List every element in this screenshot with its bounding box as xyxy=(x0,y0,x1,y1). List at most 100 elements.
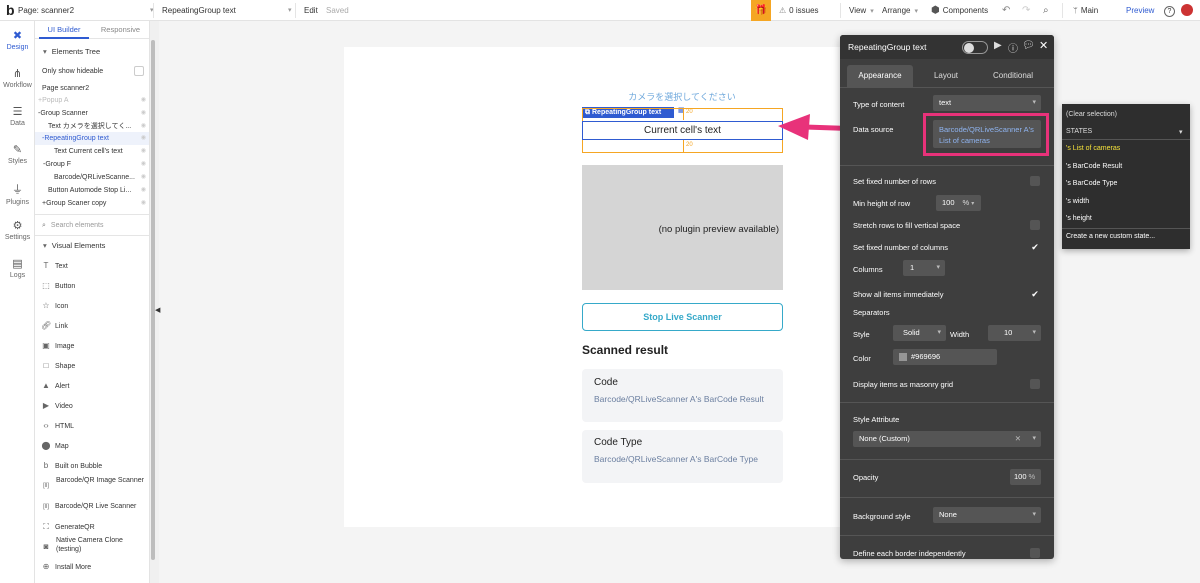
palette-item[interactable]: ▶ Video xyxy=(35,399,149,412)
close-icon[interactable]: ✕ xyxy=(1039,39,1048,52)
clear-icon[interactable]: ✕ xyxy=(1015,431,1021,447)
separator-style-dropdown[interactable]: Solid ▾ xyxy=(893,325,946,341)
palette-item[interactable]: ⛶ GenerateQR xyxy=(35,520,149,533)
components-button[interactable]: ⬢ Components xyxy=(931,0,988,21)
play-icon[interactable]: ▶ xyxy=(994,40,1002,51)
stretch-rows-checkbox[interactable] xyxy=(1030,220,1040,230)
help-icon[interactable]: ? xyxy=(1164,0,1175,21)
view-menu[interactable]: View ▾ xyxy=(849,0,874,21)
camera-select-text[interactable]: カメラを選択してください xyxy=(582,90,782,103)
eye-icon[interactable]: ◉ xyxy=(141,171,146,184)
eye-icon[interactable]: ◉ xyxy=(141,197,146,210)
check-icon[interactable]: ✔ xyxy=(1030,242,1040,252)
element-selector[interactable]: RepeatingGroup text ▾ xyxy=(162,0,292,21)
border-independent-checkbox[interactable] xyxy=(1030,548,1040,558)
tab-layout[interactable]: Layout xyxy=(918,65,974,87)
columns-dropdown[interactable]: 1 ▾ xyxy=(903,260,945,276)
tree-item[interactable]: Barcode/QRLiveScanne... ◉ xyxy=(35,171,149,184)
edit-menu[interactable]: Edit xyxy=(304,0,318,21)
style-attribute-dropdown[interactable]: None (Custom) ✕ ▾ xyxy=(853,431,1041,447)
bubble-logo[interactable]: b xyxy=(6,0,15,21)
code-card[interactable]: Code Barcode/QRLiveScanner A's BarCode R… xyxy=(582,369,783,422)
checkbox[interactable] xyxy=(134,66,144,76)
opacity-input[interactable]: 100% xyxy=(1010,469,1041,485)
page-selector[interactable]: Page: scanner2 ▾ xyxy=(18,0,154,21)
scrollbar-thumb[interactable] xyxy=(151,40,155,560)
avatar[interactable] xyxy=(1181,0,1193,21)
nav-data[interactable]: ☰ Data xyxy=(0,105,35,127)
check-icon[interactable]: ✔ xyxy=(1030,289,1040,299)
type-of-content-dropdown[interactable]: text ▾ xyxy=(933,95,1041,111)
palette-item[interactable]: ◙ Native Camera Clone (testing) xyxy=(41,536,149,560)
eye-icon[interactable]: ◉ xyxy=(141,132,146,145)
tree-item[interactable]: -Group F ◉ xyxy=(35,158,149,171)
palette-item[interactable]: ⊕ Install More xyxy=(35,560,149,573)
tree-item[interactable]: +Group Scaner copy ◉ xyxy=(35,197,149,210)
tab-responsive[interactable]: Responsive xyxy=(93,21,148,39)
palette-item[interactable]: ‹› HTML xyxy=(35,419,149,432)
visual-elements-header[interactable]: ▾ Visual Elements xyxy=(35,239,149,252)
state-option[interactable]: 's width xyxy=(1066,198,1089,205)
palette-item[interactable]: ⬚ Button xyxy=(35,279,149,292)
palette-item[interactable]: □ Shape xyxy=(35,359,149,372)
state-option[interactable]: 's height xyxy=(1066,215,1092,222)
undo-icon[interactable]: ↶ xyxy=(1002,0,1010,21)
eye-icon[interactable]: ◉ xyxy=(141,184,146,197)
create-custom-state-option[interactable]: Create a new custom state... xyxy=(1066,233,1155,240)
tab-appearance[interactable]: Appearance xyxy=(847,65,913,87)
palette-item[interactable]: [‖] Barcode/QR Live Scanner xyxy=(35,500,149,513)
nav-workflow[interactable]: ⋔ Workflow xyxy=(0,67,35,89)
separator-width-dropdown[interactable]: 10 ▾ xyxy=(988,325,1041,341)
info-icon[interactable]: ⓘ xyxy=(1008,40,1018,55)
masonry-checkbox[interactable] xyxy=(1030,379,1040,389)
redo-icon[interactable]: ↷ xyxy=(1022,0,1030,21)
nav-plugins[interactable]: ⏚ Plugins xyxy=(0,181,35,206)
search-icon[interactable]: ⌕ xyxy=(1043,0,1049,21)
code-type-card[interactable]: Code Type Barcode/QRLiveScanner A's BarC… xyxy=(582,430,783,483)
state-option[interactable]: 's BarCode Type xyxy=(1066,180,1117,187)
palette-item[interactable]: ▲ Alert xyxy=(35,379,149,392)
nav-styles[interactable]: ✎ Styles xyxy=(0,143,35,165)
arrange-menu[interactable]: Arrange ▾ xyxy=(882,0,918,21)
eye-icon[interactable]: ◉ xyxy=(141,94,146,107)
tree-item-selected[interactable]: -RepeatingGroup text ◉ xyxy=(35,132,149,145)
nav-logs[interactable]: ▤ Logs xyxy=(0,257,35,279)
search-elements-input[interactable]: Search elements xyxy=(51,222,104,229)
clear-selection-option[interactable]: (Clear selection) xyxy=(1066,111,1117,118)
palette-item[interactable]: [‖] Barcode/QR Image Scanner xyxy=(41,476,149,500)
eye-icon[interactable]: ◉ xyxy=(141,145,146,158)
comment-icon[interactable]: 💬︎ xyxy=(1022,40,1035,51)
preview-button[interactable]: Preview xyxy=(1126,0,1154,21)
min-height-input[interactable]: 100% ▾ xyxy=(936,195,981,211)
tab-ui-builder[interactable]: UI Builder xyxy=(39,21,89,39)
background-style-dropdown[interactable]: None ▾ xyxy=(933,507,1041,523)
tree-item[interactable]: Button Automode Stop Li... ◉ xyxy=(35,184,149,197)
collapse-panel-icon[interactable]: ◀ xyxy=(155,306,160,314)
plugin-preview-box[interactable]: (no plugin preview available) xyxy=(582,165,783,290)
tab-conditional[interactable]: Conditional xyxy=(980,65,1046,87)
only-hideable-toggle[interactable]: Only show hideable xyxy=(35,65,149,78)
palette-item[interactable]: T Text xyxy=(35,259,149,272)
state-option-selected[interactable]: 's List of cameras xyxy=(1066,145,1120,152)
tree-item[interactable]: Text Current cell's text ◉ xyxy=(35,145,149,158)
tree-item[interactable]: -Group Scanner ◉ xyxy=(35,107,149,120)
branch-menu[interactable]: ᛘ Main xyxy=(1073,0,1098,21)
state-option[interactable]: 's BarCode Result xyxy=(1066,163,1122,170)
palette-item[interactable]: b Built on Bubble xyxy=(35,459,149,472)
elements-tree-header[interactable]: ▾ Elements Tree xyxy=(35,45,149,58)
tree-item[interactable]: +Popup A ◉ xyxy=(35,94,149,107)
gift-icon[interactable]: 🎁 xyxy=(751,0,771,21)
nav-design[interactable]: ✖ Design xyxy=(0,29,35,51)
eye-icon[interactable]: ◉ xyxy=(141,158,146,171)
palette-item[interactable]: 🔗︎ Link xyxy=(35,319,149,332)
stop-live-scanner-button[interactable]: Stop Live Scanner xyxy=(582,303,783,331)
search-elements[interactable]: ⌕ Search elements xyxy=(35,219,149,232)
palette-item[interactable]: ⬤ Map xyxy=(35,439,149,452)
cell-text-element[interactable]: Current cell's text xyxy=(582,121,783,140)
separator-color-picker[interactable]: #969696 xyxy=(893,349,997,365)
fixed-rows-checkbox[interactable] xyxy=(1030,176,1040,186)
palette-item[interactable]: ▣ Image xyxy=(35,339,149,352)
property-editor-header[interactable]: RepeatingGroup text ▶ ⓘ 💬︎ ✕ xyxy=(840,35,1054,59)
issues-counter[interactable]: ⚠ 0 issues xyxy=(779,0,819,21)
eye-icon[interactable]: ◉ xyxy=(141,107,146,120)
